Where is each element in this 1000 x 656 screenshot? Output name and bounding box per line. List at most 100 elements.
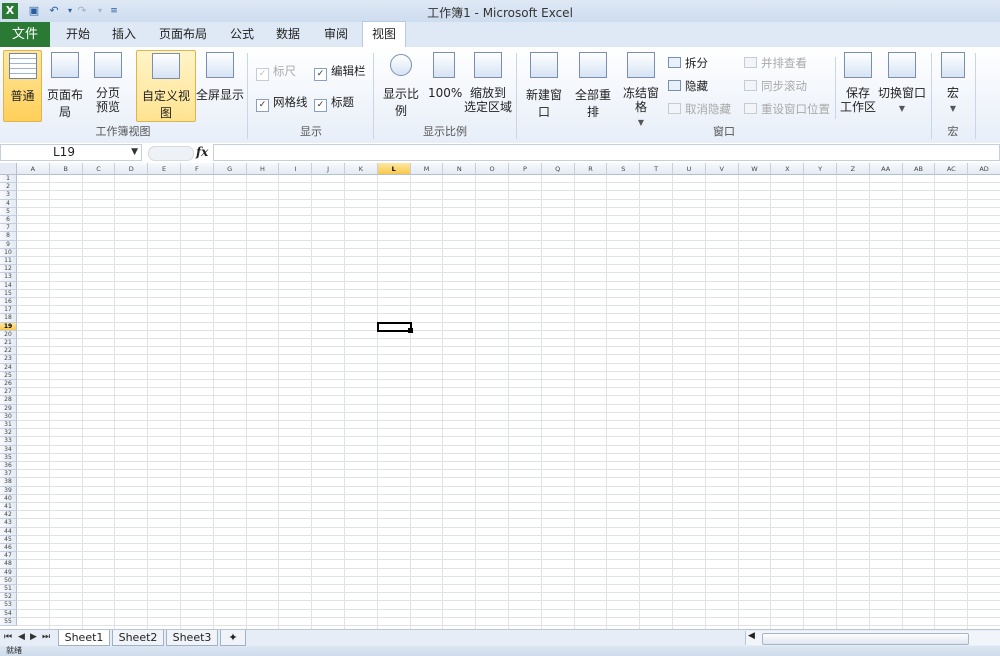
column-header-g[interactable]: G — [213, 163, 247, 175]
row-header-13[interactable]: 13 — [0, 273, 17, 282]
tab-home[interactable]: 开始 — [58, 22, 98, 47]
sheet-tab-sheet2[interactable]: Sheet2 — [112, 630, 164, 646]
row-header-29[interactable]: 29 — [0, 404, 17, 413]
column-header-v[interactable]: V — [705, 163, 739, 175]
tab-insert[interactable]: 插入 — [104, 22, 144, 47]
row-header-33[interactable]: 33 — [0, 437, 17, 446]
tab-formulas[interactable]: 公式 — [222, 22, 262, 47]
row-header-38[interactable]: 38 — [0, 478, 17, 487]
column-header-h[interactable]: H — [246, 163, 280, 175]
row-header-22[interactable]: 22 — [0, 347, 17, 356]
row-header-42[interactable]: 42 — [0, 511, 17, 520]
normal-view-button[interactable]: 普通 — [3, 50, 42, 122]
split-button[interactable]: 拆分 — [668, 55, 708, 71]
column-header-f[interactable]: F — [181, 163, 214, 175]
gridlines-checkbox[interactable]: ✓ 网格线 — [256, 94, 308, 112]
formula-input[interactable] — [213, 144, 1000, 161]
tab-data[interactable]: 数据 — [268, 22, 308, 47]
scroll-left-icon[interactable]: ◀ — [748, 631, 755, 641]
page-break-preview-button[interactable]: 分页 预览 — [90, 50, 126, 120]
side-by-side-button[interactable]: 并排查看 — [744, 55, 807, 71]
row-header-47[interactable]: 47 — [0, 552, 17, 561]
column-header-w[interactable]: W — [738, 163, 772, 175]
column-header-aa[interactable]: AA — [869, 163, 903, 175]
scrollbar-thumb[interactable] — [762, 633, 969, 645]
row-header-6[interactable]: 6 — [0, 216, 17, 225]
unhide-button[interactable]: 取消隐藏 — [668, 101, 731, 117]
row-header-12[interactable]: 12 — [0, 265, 17, 274]
column-header-s[interactable]: S — [607, 163, 641, 175]
zoom-to-selection-button[interactable]: 缩放到 选定区域 — [464, 50, 512, 120]
row-header-1[interactable]: 1 — [0, 175, 17, 184]
row-header-10[interactable]: 10 — [0, 248, 17, 257]
column-header-t[interactable]: T — [640, 163, 673, 175]
row-header-53[interactable]: 53 — [0, 601, 17, 610]
row-header-21[interactable]: 21 — [0, 339, 17, 348]
sheet-tab-sheet1[interactable]: Sheet1 — [58, 630, 110, 646]
sync-scroll-button[interactable]: 同步滚动 — [744, 78, 807, 94]
row-header-43[interactable]: 43 — [0, 519, 17, 528]
horizontal-scrollbar[interactable]: ◀ — [745, 631, 1000, 645]
row-header-8[interactable]: 8 — [0, 232, 17, 241]
row-header-23[interactable]: 23 — [0, 355, 17, 364]
column-header-o[interactable]: O — [476, 163, 509, 175]
zoom-button[interactable]: 显示比例 — [378, 50, 424, 120]
prev-sheet-icon[interactable]: ◀ — [18, 632, 25, 642]
row-header-18[interactable]: 18 — [0, 314, 17, 323]
formula-bar-checkbox[interactable]: ✓ 编辑栏 — [314, 63, 366, 81]
arrange-all-button[interactable]: 全部重排 — [570, 50, 616, 120]
zoom-100-button[interactable]: 100% — [428, 50, 462, 120]
row-header-40[interactable]: 40 — [0, 494, 17, 503]
fill-handle[interactable] — [407, 327, 413, 333]
macros-button[interactable]: 宏 ▼ — [936, 50, 970, 120]
ruler-checkbox[interactable]: ✓ 标尺 — [256, 63, 296, 81]
page-layout-view-button[interactable]: 页面布局 — [42, 50, 88, 120]
row-header-27[interactable]: 27 — [0, 388, 17, 397]
row-header-11[interactable]: 11 — [0, 257, 17, 266]
column-header-i[interactable]: I — [279, 163, 313, 175]
column-header-n[interactable]: N — [443, 163, 477, 175]
column-header-x[interactable]: X — [771, 163, 805, 175]
row-header-25[interactable]: 25 — [0, 371, 17, 380]
name-box[interactable]: L19 ▼ — [0, 144, 142, 161]
hide-button[interactable]: 隐藏 — [668, 78, 708, 94]
column-header-k[interactable]: K — [345, 163, 378, 175]
freeze-panes-button[interactable]: 冻结窗格 ▼ — [618, 50, 664, 127]
column-header-d[interactable]: D — [115, 163, 149, 175]
chevron-down-icon[interactable]: ▼ — [131, 145, 138, 160]
tab-file[interactable]: 文件 — [0, 22, 50, 47]
row-header-51[interactable]: 51 — [0, 585, 17, 594]
row-header-26[interactable]: 26 — [0, 380, 17, 389]
headings-checkbox[interactable]: ✓ 标题 — [314, 94, 354, 112]
full-screen-button[interactable]: 全屏显示 — [196, 50, 244, 120]
row-header-19[interactable]: 19 — [0, 322, 17, 331]
reset-position-button[interactable]: 重设窗口位置 — [744, 101, 830, 117]
row-header-32[interactable]: 32 — [0, 429, 17, 438]
row-header-46[interactable]: 46 — [0, 544, 17, 553]
column-header-q[interactable]: Q — [541, 163, 575, 175]
column-header-j[interactable]: J — [312, 163, 345, 175]
column-header-u[interactable]: U — [673, 163, 706, 175]
select-all-button[interactable] — [0, 163, 17, 175]
save-workspace-button[interactable]: 保存 工作区 — [840, 50, 876, 120]
column-header-ab[interactable]: AB — [902, 163, 936, 175]
row-header-20[interactable]: 20 — [0, 330, 17, 339]
column-header-ac[interactable]: AC — [935, 163, 969, 175]
row-header-9[interactable]: 9 — [0, 240, 17, 249]
tab-page-layout[interactable]: 页面布局 — [152, 22, 214, 47]
row-header-7[interactable]: 7 — [0, 224, 17, 233]
insert-function-icon[interactable]: fx — [196, 145, 208, 159]
row-header-34[interactable]: 34 — [0, 445, 17, 454]
sheet-tab-sheet3[interactable]: Sheet3 — [166, 630, 218, 646]
row-header-54[interactable]: 54 — [0, 609, 17, 618]
column-header-m[interactable]: M — [410, 163, 444, 175]
row-header-45[interactable]: 45 — [0, 535, 17, 544]
column-header-b[interactable]: B — [49, 163, 83, 175]
active-cell[interactable] — [376, 321, 412, 332]
row-header-52[interactable]: 52 — [0, 593, 17, 602]
row-header-44[interactable]: 44 — [0, 527, 17, 536]
row-header-2[interactable]: 2 — [0, 183, 17, 192]
first-sheet-icon[interactable]: ⏮ — [4, 632, 12, 642]
row-header-28[interactable]: 28 — [0, 396, 17, 405]
column-header-c[interactable]: C — [82, 163, 116, 175]
